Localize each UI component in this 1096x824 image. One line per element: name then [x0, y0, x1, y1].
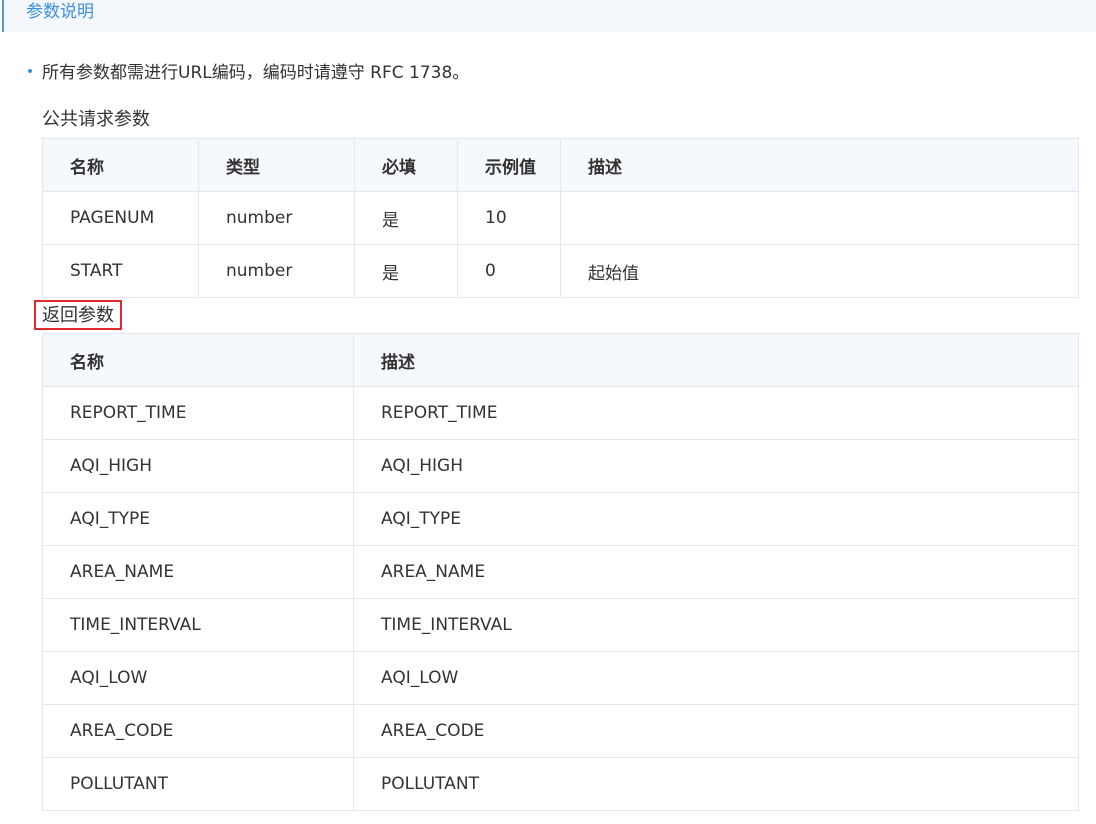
table-row: PAGENUM number 是 10: [42, 191, 1079, 245]
table-cell: TIME_INTERVAL: [42, 598, 354, 652]
table-cell: POLLUTANT: [353, 757, 1079, 811]
public-params-table: 名称 类型 必填 示例值 描述 PAGENUM number 是 10 STAR…: [42, 138, 1079, 298]
public-params-label: 公共请求参数: [42, 109, 150, 130]
table-row: TIME_INTERVAL TIME_INTERVAL: [42, 598, 1079, 652]
section-header: 参数说明: [2, 0, 1096, 32]
column-header: 描述: [560, 138, 1079, 192]
table-cell: 0: [457, 244, 561, 298]
table-header-row: 名称 描述: [42, 333, 1079, 387]
column-header: 名称: [42, 138, 199, 192]
table-row: AQI_TYPE AQI_TYPE: [42, 492, 1079, 546]
table-cell: REPORT_TIME: [42, 386, 354, 440]
column-header: 描述: [353, 333, 1079, 387]
table-cell: 是: [354, 244, 458, 298]
column-header: 名称: [42, 333, 354, 387]
table-cell: AQI_HIGH: [42, 439, 354, 493]
return-params-table: 名称 描述 REPORT_TIME REPORT_TIME AQI_HIGH A…: [42, 333, 1079, 811]
table-row: REPORT_TIME REPORT_TIME: [42, 386, 1079, 440]
table-cell: TIME_INTERVAL: [353, 598, 1079, 652]
table-cell: AQI_HIGH: [353, 439, 1079, 493]
table-cell: number: [198, 191, 355, 245]
bullet-icon: [28, 69, 32, 73]
section-title: 参数说明: [26, 2, 94, 22]
table-row: AREA_NAME AREA_NAME: [42, 545, 1079, 599]
table-cell: AQI_LOW: [353, 651, 1079, 705]
return-params-label: 返回参数: [34, 300, 122, 330]
column-header: 示例值: [457, 138, 561, 192]
table-cell: AREA_NAME: [42, 545, 354, 599]
table-cell: AREA_CODE: [353, 704, 1079, 758]
table-cell: [560, 191, 1079, 245]
note-list-item: 所有参数都需进行URL编码，编码时请遵守 RFC 1738。: [28, 60, 469, 86]
table-cell: 10: [457, 191, 561, 245]
table-row: POLLUTANT POLLUTANT: [42, 757, 1079, 811]
table-cell: AQI_TYPE: [353, 492, 1079, 546]
table-cell: POLLUTANT: [42, 757, 354, 811]
table-cell: PAGENUM: [42, 191, 199, 245]
note-text: 所有参数都需进行URL编码，编码时请遵守 RFC 1738。: [42, 63, 470, 83]
table-row: AQI_HIGH AQI_HIGH: [42, 439, 1079, 493]
table-cell: START: [42, 244, 199, 298]
table-header-row: 名称 类型 必填 示例值 描述: [42, 138, 1079, 192]
column-header: 必填: [354, 138, 458, 192]
table-cell: REPORT_TIME: [353, 386, 1079, 440]
table-cell: 起始值: [560, 244, 1079, 298]
table-cell: AREA_NAME: [353, 545, 1079, 599]
table-row: AQI_LOW AQI_LOW: [42, 651, 1079, 705]
table-cell: AREA_CODE: [42, 704, 354, 758]
table-cell: AQI_LOW: [42, 651, 354, 705]
table-cell: number: [198, 244, 355, 298]
table-cell: 是: [354, 191, 458, 245]
table-row: AREA_CODE AREA_CODE: [42, 704, 1079, 758]
column-header: 类型: [198, 138, 355, 192]
table-cell: AQI_TYPE: [42, 492, 354, 546]
table-row: START number 是 0 起始值: [42, 244, 1079, 298]
